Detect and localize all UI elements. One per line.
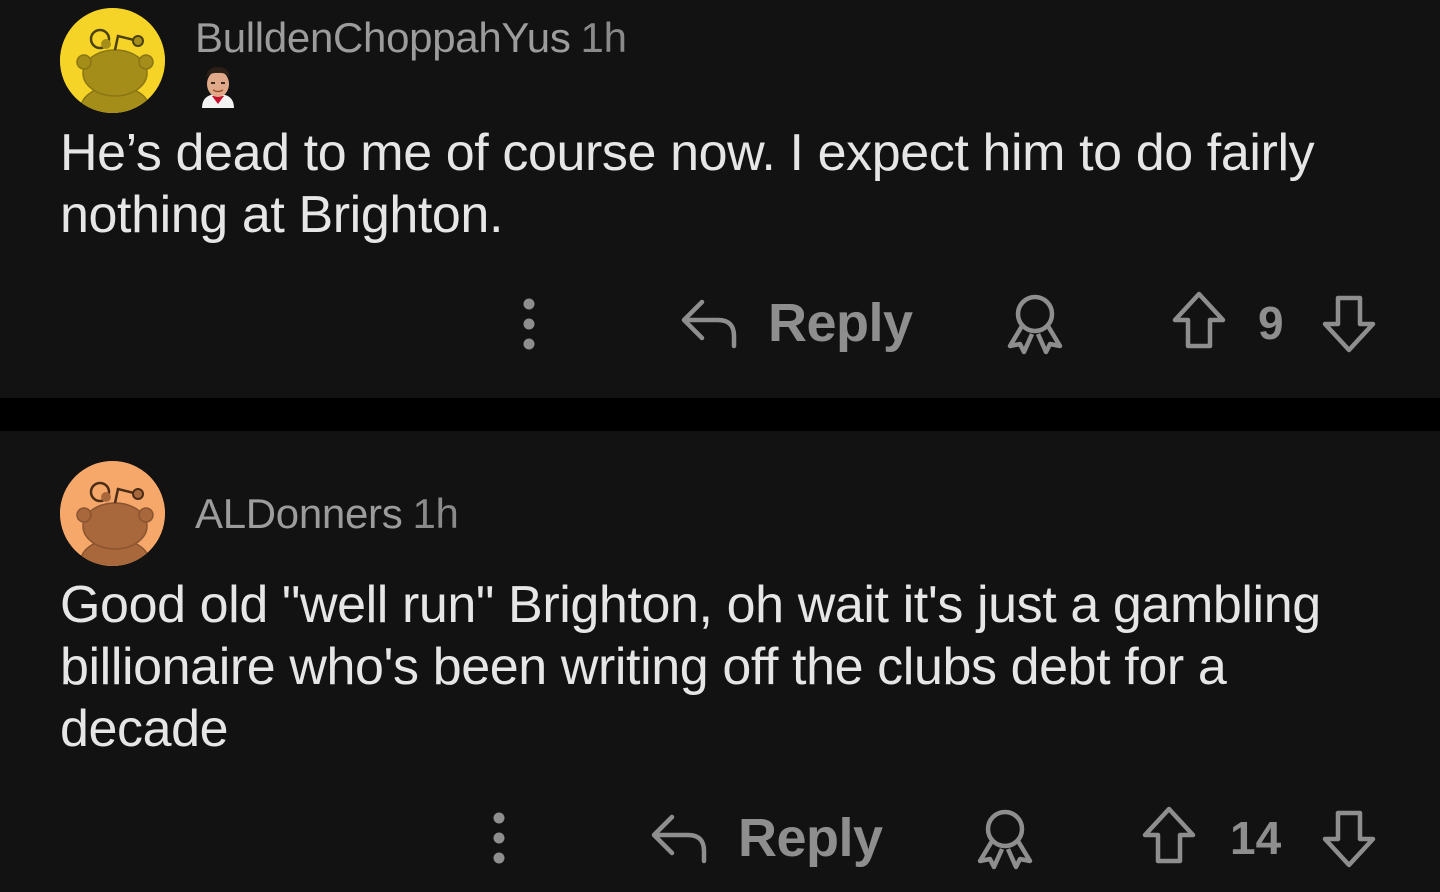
comment-card: BulldenChoppahYus 1h He’s dead to me of c…: [0, 0, 1440, 398]
timestamp: 1h: [580, 14, 627, 61]
comment-card: ALDonners 1h Good old "well run" Brighton…: [0, 431, 1440, 892]
vote-count: 9: [1258, 297, 1284, 349]
player-face-icon: [198, 64, 238, 108]
timestamp: 1h: [412, 490, 459, 537]
more-vertical-icon[interactable]: [484, 809, 514, 867]
more-vertical-icon[interactable]: [514, 295, 544, 353]
downvote-arrow-icon[interactable]: [1320, 292, 1378, 354]
user-avatar[interactable]: [60, 461, 165, 566]
award-icon[interactable]: [1002, 290, 1068, 356]
comment-header: BulldenChoppahYus 1h: [195, 14, 627, 62]
upvote-arrow-icon[interactable]: [1140, 805, 1198, 867]
username[interactable]: ALDonners: [195, 490, 403, 537]
vote-count: 14: [1230, 812, 1282, 864]
comment-header: ALDonners 1h: [195, 490, 459, 538]
comment-body: He’s dead to me of course now. I expect …: [60, 124, 1315, 244]
comment-body: Good old "well run" Brighton, oh wait it…: [60, 576, 1321, 758]
downvote-arrow-icon[interactable]: [1320, 807, 1378, 869]
reply-arrow-icon[interactable]: [648, 811, 710, 865]
username[interactable]: BulldenChoppahYus: [195, 14, 571, 61]
upvote-arrow-icon[interactable]: [1170, 290, 1228, 352]
reply-button[interactable]: Reply: [738, 807, 883, 869]
award-icon[interactable]: [972, 805, 1038, 871]
user-avatar[interactable]: [60, 8, 165, 113]
reply-button[interactable]: Reply: [768, 292, 913, 354]
reply-arrow-icon[interactable]: [678, 296, 740, 350]
